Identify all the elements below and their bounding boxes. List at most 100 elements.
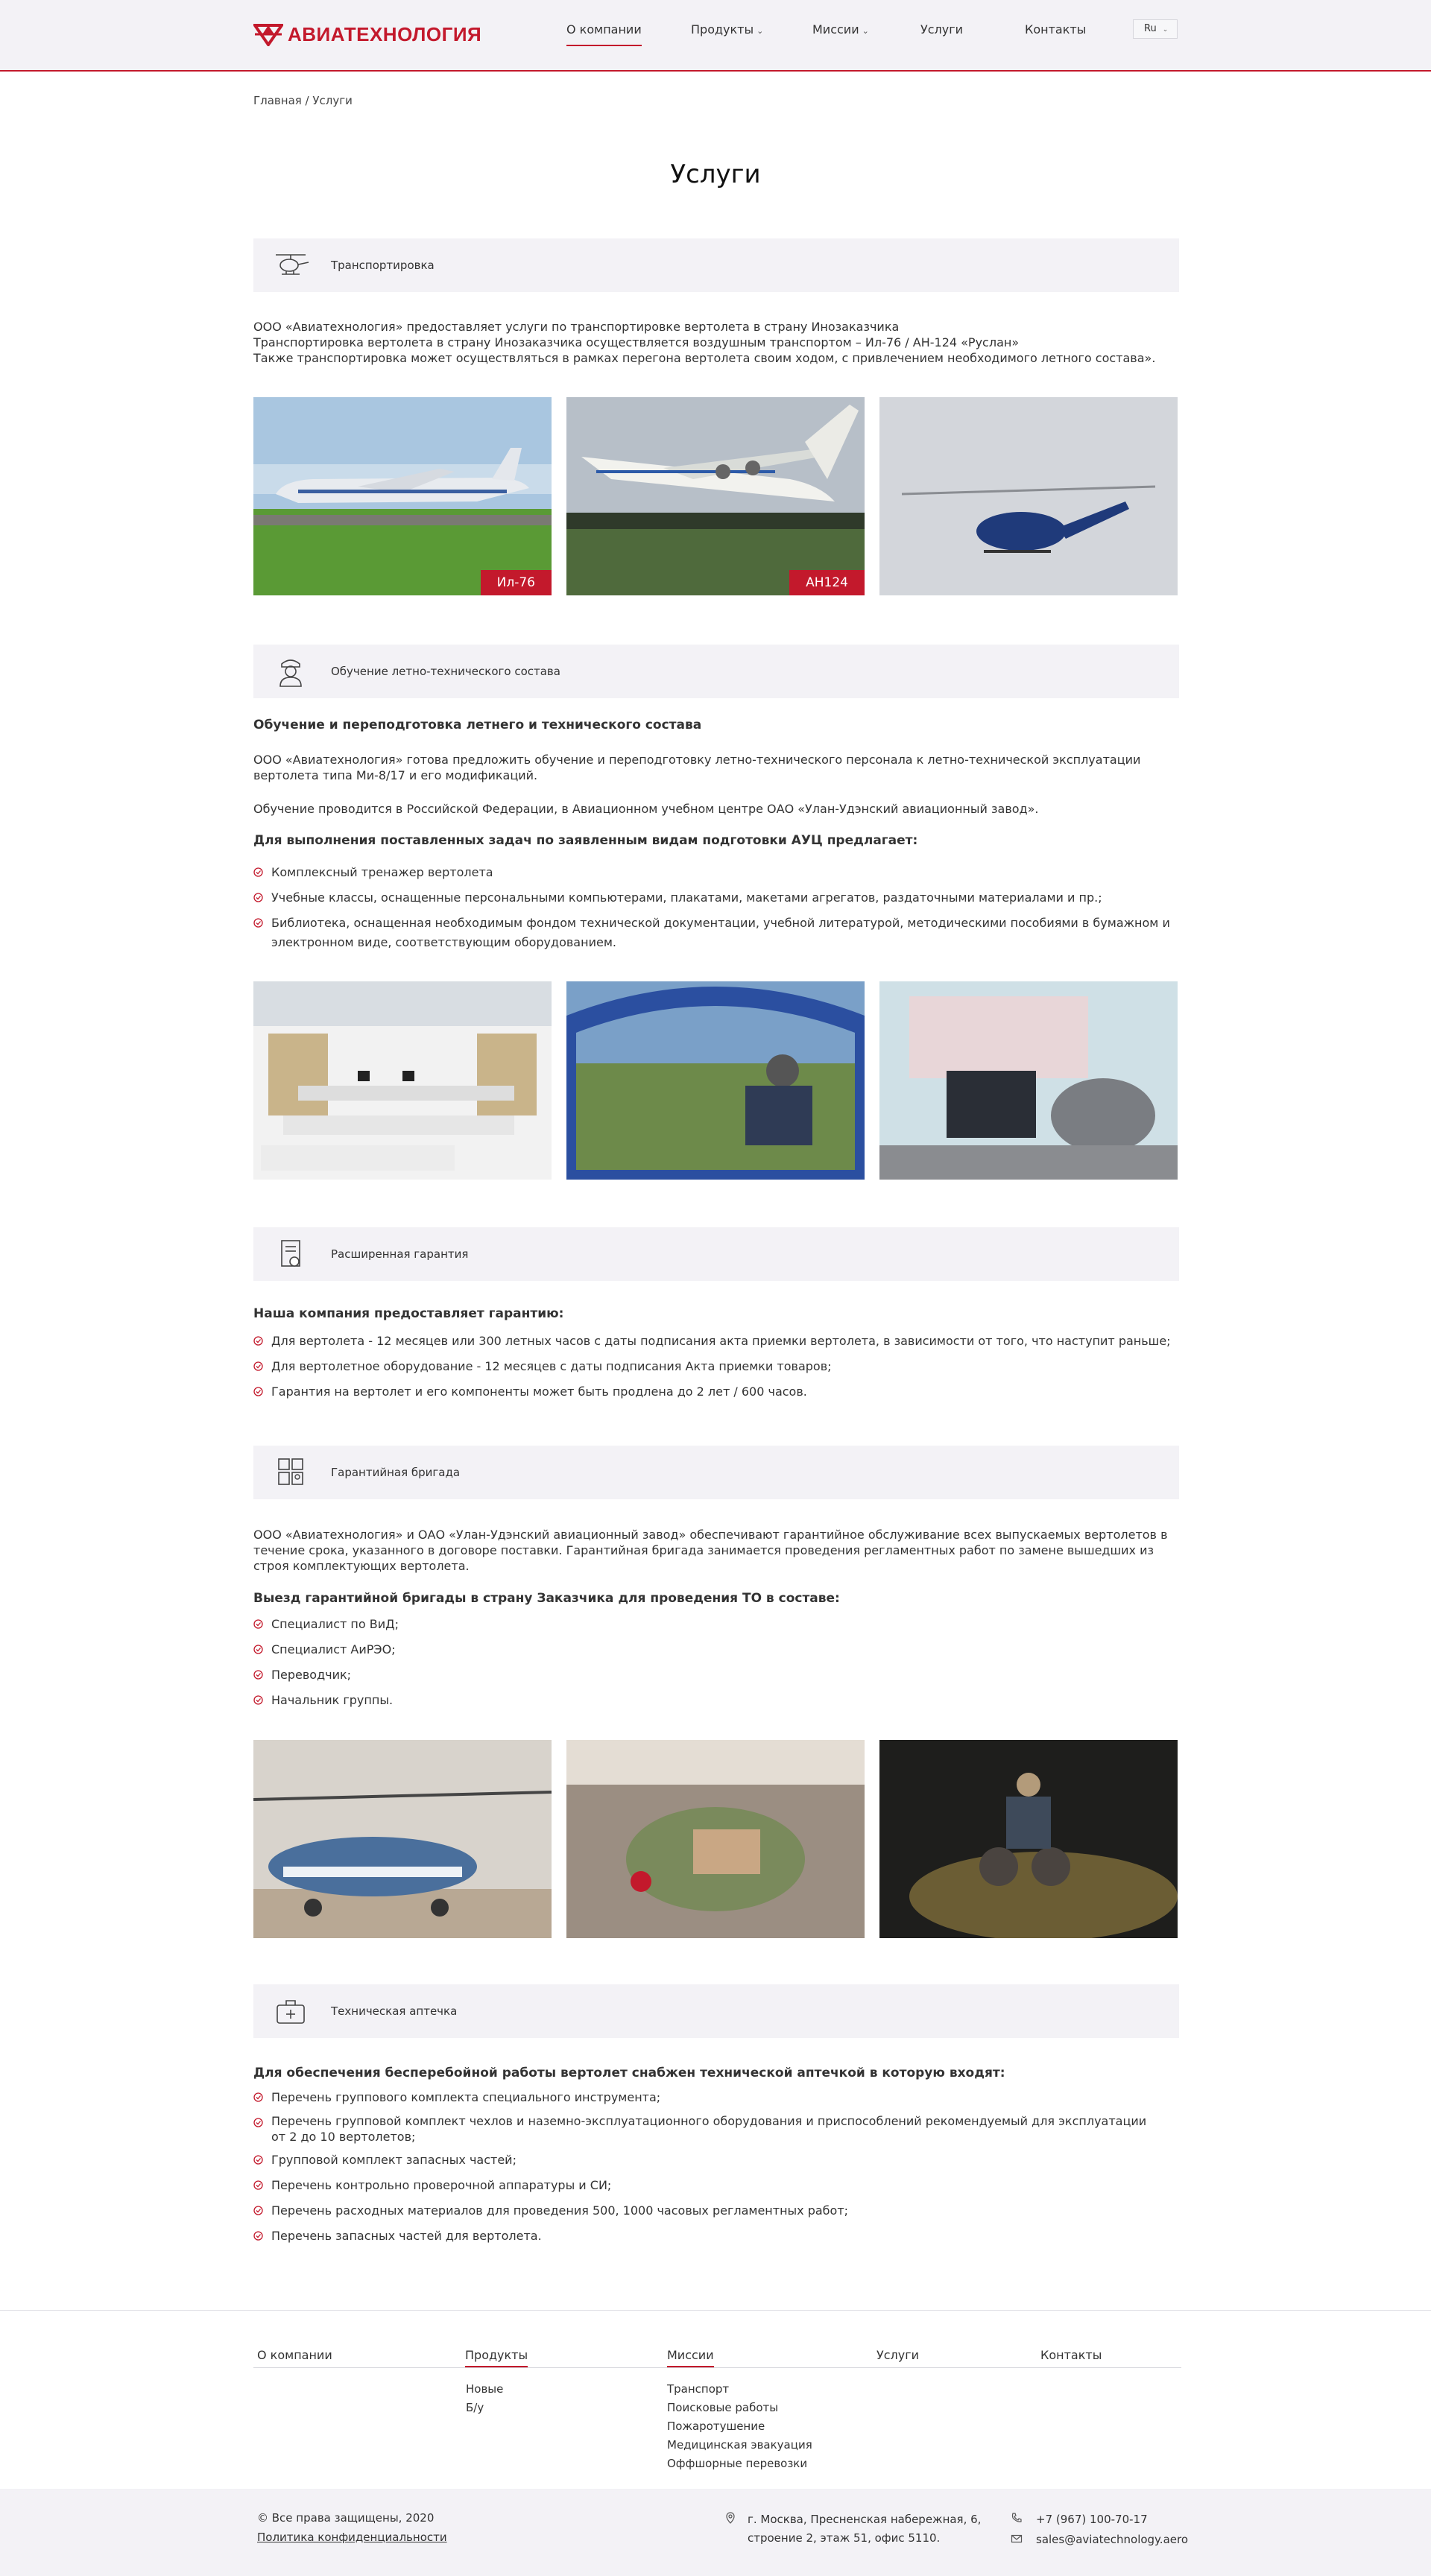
nav-missions-label: Миссии — [812, 22, 859, 37]
list-item: Специалист по ВиД; — [253, 1615, 1179, 1634]
transport-text: ООО «Авиатехнология» предоставляет услуг… — [253, 319, 1179, 366]
list-item-text: Библиотека, оснащенная необходимым фондо… — [271, 916, 1170, 949]
mail-icon — [1011, 2534, 1023, 2543]
list-item: Начальник группы. — [253, 1691, 1179, 1710]
training-heading: Обучение и переподготовка летнего и техн… — [253, 718, 702, 732]
site-header: АВИАТЕХНОЛОГИЯ О компании Продукты ⌄ Мисс… — [0, 0, 1431, 72]
footer-link-firefighting[interactable]: Пожаротушение — [667, 2420, 765, 2433]
check-circle-icon — [253, 1361, 263, 1371]
section-title: Обучение летно-технического состава — [331, 665, 560, 678]
list-item: Специалист АиРЭО; — [253, 1640, 1179, 1659]
training-paragraph-2: Обучение проводится в Российской Федерац… — [253, 802, 1039, 816]
footer-link-transport[interactable]: Транспорт — [667, 2382, 729, 2396]
list-item-text: Специалист АиРЭО; — [271, 1642, 396, 1656]
list-item-text: Для вертолетное оборудование - 12 месяце… — [271, 1359, 832, 1373]
check-circle-icon — [253, 2118, 263, 2127]
email-link[interactable]: sales@aviatechnology.aero — [1036, 2533, 1188, 2546]
language-value: Ru — [1144, 23, 1157, 34]
training-paragraph-1: ООО «Авиатехнология» готова предложить о… — [253, 753, 1141, 782]
section-bar-transport: Транспортировка — [253, 238, 1179, 292]
footer-link-medevac[interactable]: Медицинская эвакуация — [667, 2438, 812, 2452]
photo-an124: АН124 — [566, 397, 865, 595]
address-line-1: г. Москва, Пресненская набережная, 6, — [748, 2513, 982, 2526]
check-circle-icon — [253, 2206, 263, 2215]
toolbox-icon — [277, 2000, 305, 2024]
photo-tag: АН124 — [789, 570, 865, 595]
list-item: Перечень расходных материалов для провед… — [253, 2201, 1148, 2221]
section-bar-warranty: Расширенная гарантия — [253, 1227, 1179, 1281]
list-item: Перечень запасных частей для вертолета. — [253, 2227, 1148, 2246]
check-circle-icon — [253, 867, 263, 877]
photo-classroom — [253, 981, 552, 1180]
check-circle-icon — [253, 1695, 263, 1705]
list-item: Комплексный тренажер вертолета — [253, 863, 1179, 882]
address-line-2: строение 2, этаж 51, офис 5110. — [748, 2531, 941, 2545]
section-bar-kit: Техническая аптечка — [253, 1984, 1179, 2038]
list-item-text: Комплексный тренажер вертолета — [271, 865, 493, 879]
list-item: Перечень контрольно проверочной аппарату… — [253, 2176, 1148, 2195]
chevron-down-icon: ⌄ — [756, 26, 764, 36]
section-title: Расширенная гарантия — [331, 1247, 469, 1261]
footer-link-new[interactable]: Новые — [466, 2382, 503, 2396]
list-item-text: Перечень групповой комплект чехлов и наз… — [271, 2114, 1147, 2144]
list-item-text: Учебные классы, оснащенные персональными… — [271, 890, 1102, 905]
photo-engine-lab — [879, 981, 1178, 1180]
footer-link-products[interactable]: Продукты — [465, 2348, 528, 2367]
language-select[interactable]: Ru ⌄ — [1133, 19, 1178, 39]
check-circle-icon — [253, 2180, 263, 2190]
nav-missions[interactable]: Миссии ⌄ — [812, 22, 869, 37]
check-circle-icon — [253, 1670, 263, 1680]
photo-simulator — [566, 981, 865, 1180]
nav-about[interactable]: О компании — [566, 22, 642, 46]
certificate-icon — [281, 1240, 300, 1267]
warranty-heading: Наша компания предоставляет гарантию: — [253, 1306, 564, 1321]
training-list: Комплексный тренажер вертолета Учебные к… — [253, 863, 1179, 952]
section-bar-training: Обучение летно-технического состава — [253, 645, 1179, 698]
footer-link-offshore[interactable]: Оффшорные перевозки — [667, 2457, 807, 2470]
list-item-text: Перечень расходных материалов для провед… — [271, 2203, 849, 2218]
list-item-text: Для вертолета - 12 месяцев или 300 летны… — [271, 1334, 1171, 1348]
list-item: Библиотека, оснащенная необходимым фондо… — [253, 914, 1179, 952]
check-circle-icon — [253, 893, 263, 902]
nav-services[interactable]: Услуги — [920, 22, 963, 37]
privacy-link[interactable]: Политика конфиденциальности — [257, 2531, 447, 2544]
list-item: Для вертолета - 12 месяцев или 300 летны… — [253, 1332, 1179, 1351]
transport-line-2: Транспортировка вертолета в страну Иноза… — [253, 335, 1020, 349]
footer-link-missions[interactable]: Миссии — [667, 2348, 714, 2367]
photo-maintenance-hangar — [566, 1740, 865, 1938]
footer-link-search[interactable]: Поисковые работы — [667, 2401, 778, 2414]
footer-link-about[interactable]: О компании — [257, 2348, 332, 2362]
kit-heading: Для обеспечения бесперебойной работы вер… — [253, 2066, 1005, 2080]
brigade-list: Специалист по ВиД; Специалист АиРЭО; Пер… — [253, 1615, 1179, 1710]
list-item-text: Перечень контрольно проверочной аппарату… — [271, 2178, 612, 2192]
check-circle-icon — [253, 1645, 263, 1654]
section-title: Техническая аптечка — [331, 2004, 458, 2018]
nav-products[interactable]: Продукты ⌄ — [691, 22, 763, 37]
list-item: Перечень группового комплекта специально… — [253, 2088, 1148, 2107]
copyright: © Все права защищены, 2020 — [257, 2511, 435, 2525]
team-icon — [278, 1458, 303, 1485]
footer-divider — [253, 2367, 1181, 2368]
breadcrumb[interactable]: Главная / Услуги — [253, 94, 353, 107]
nav-contacts[interactable]: Контакты — [1025, 22, 1086, 37]
training-subheading: Для выполнения поставленных задач по зая… — [253, 833, 918, 848]
list-item: Групповой комплект запасных частей; — [253, 2151, 1148, 2170]
warranty-list: Для вертолета - 12 месяцев или 300 летны… — [253, 1332, 1179, 1402]
check-circle-icon — [253, 918, 263, 928]
photo-maintenance-outdoor — [253, 1740, 552, 1938]
list-item: Учебные классы, оснащенные персональными… — [253, 888, 1179, 908]
footer-link-services[interactable]: Услуги — [876, 2348, 919, 2362]
footer-link-used[interactable]: Б/у — [466, 2401, 484, 2414]
chevron-down-icon: ⌄ — [862, 26, 869, 36]
list-item-text: Перечень запасных частей для вертолета. — [271, 2229, 542, 2243]
list-item-text: Групповой комплект запасных частей; — [271, 2153, 517, 2167]
footer-nav: О компании Продукты Миссии Услуги Контак… — [0, 2310, 1431, 2489]
check-circle-icon — [253, 2092, 263, 2102]
check-circle-icon — [253, 2155, 263, 2165]
helicopter-icon — [276, 254, 309, 275]
transport-line-3: Также транспортировка может осуществлять… — [253, 351, 1156, 365]
phone-link[interactable]: +7 (967) 100-70-17 — [1036, 2513, 1148, 2526]
check-circle-icon — [253, 1387, 263, 1396]
footer-link-contacts[interactable]: Контакты — [1040, 2348, 1102, 2362]
section-title: Гарантийная бригада — [331, 1466, 461, 1479]
